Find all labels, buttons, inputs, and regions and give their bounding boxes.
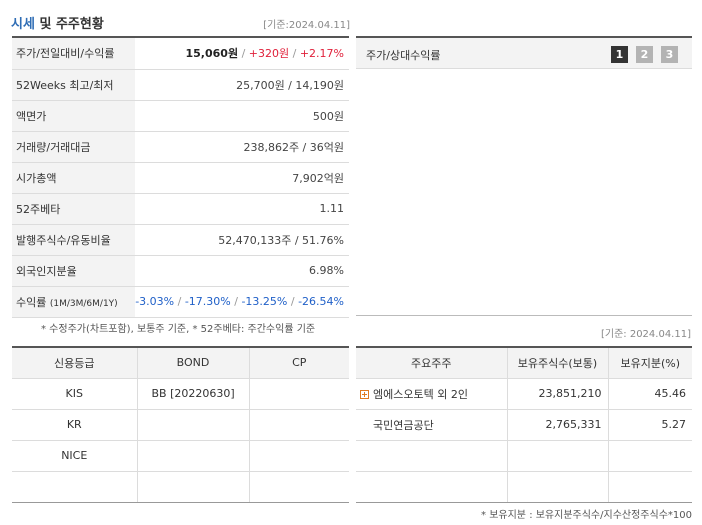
price-footnote: * 수정주가(차트포함), 보통주 기준, * 52주베타: 주간수익률 기준 [41,324,316,335]
column-header: BOND [137,347,250,379]
table-header-row: 주요주주 보유주식수(보통) 보유지분(%) [356,347,692,379]
rating-agency: NICE [12,440,138,472]
shareholder-name-cell: 국민연금공단 [356,409,508,441]
price-row: 주가/전일대비/수익률 15,060원 / +320원 / +2.17% [12,37,349,70]
row-label: 액면가 [12,100,136,132]
ownership-percent: 45.46 [608,378,692,410]
row-value: 6.98% [135,255,349,287]
table-row [12,471,349,503]
column-header: 보유지분(%) [608,347,692,379]
return-3m: -17.30% [184,295,231,308]
major-shareholders-table: 주요주주 보유주식수(보통) 보유지분(%) 엠에스오토텍 외 2인 23,85… [356,346,692,503]
ownership-percent [608,471,692,503]
return-1m: -3.03% [135,295,175,308]
chart-tab-3-button[interactable]: 3 [661,46,678,63]
shares-held: 23,851,210 [507,378,609,410]
price-row: 시가총액 7,902억원 [12,162,349,194]
price-row: 수익률 (1M/3M/6M/1Y) -3.03% / -17.30% / -13… [12,286,349,318]
table-row: 엠에스오토텍 외 2인 23,851,210 45.46 [356,378,692,410]
section-title-main: 시세 [11,17,35,32]
shareholder-name [356,471,508,503]
table-header-row: 신용등급 BOND CP [12,347,349,379]
shares-held [507,471,609,503]
cp-rating [249,440,349,472]
ownership-percent [608,440,692,472]
plus-icon[interactable] [360,389,369,399]
table-row [356,440,692,472]
price-row: 52주베타 1.11 [12,193,349,225]
chart-title: 주가/상대수익률 [366,49,441,62]
price-row: 거래량/거래대금 238,862주 / 36억원 [12,131,349,163]
column-header: 보유주식수(보통) [507,347,609,379]
ownership-footnote: * 보유지분 : 보유지분주식수/지수산정주식수*100 [481,510,692,521]
column-header: 주요주주 [356,347,508,379]
cp-rating [249,409,349,441]
cp-rating [249,471,349,503]
price-change-rate: +2.17% [299,47,344,61]
shareholder-name [356,440,508,472]
chart-tab-2-button[interactable]: 2 [636,46,653,63]
return-6m: -13.25% [241,295,288,308]
row-value: 25,700원 / 14,190원 [135,69,349,101]
price-summary-table: 주가/전일대비/수익률 15,060원 / +320원 / +2.17% 52W… [12,36,349,318]
shareholder-name: 국민연금공단 [373,418,434,432]
credit-rating-table: 신용등급 BOND CP KIS BB [20220630] KR NICE [12,346,349,503]
row-label: 주가/전일대비/수익률 [12,37,136,70]
price-row: 발행주식수/유동비율 52,470,133주 / 51.76% [12,224,349,256]
bond-rating [137,409,250,441]
price-change: +320원 [248,47,290,61]
section-title-sub: 및 주주현황 [39,17,104,32]
table-row: NICE [12,440,349,472]
cp-rating [249,378,349,410]
section-title: 시세 및 주주현황 [11,13,104,32]
table-row: KIS BB [20220630] [12,378,349,410]
row-value: 500원 [135,100,349,132]
bond-rating [137,471,250,503]
price-row: 52Weeks 최고/최저 25,700원 / 14,190원 [12,69,349,101]
returns-values: -3.03% / -17.30% / -13.25% / -26.54% [135,286,349,318]
row-label: 52주베타 [12,193,136,225]
chart-header: 주가/상대수익률 1 2 3 [356,38,692,69]
returns-period-label: (1M/3M/6M/1Y) [49,298,118,309]
returns-label: 수익률 [16,295,47,309]
current-price: 15,060원 [185,47,239,61]
chart-panel: 주가/상대수익률 1 2 3 [356,36,692,316]
price-value: 15,060원 / +320원 / +2.17% [135,37,349,70]
price-row: 액면가 500원 [12,100,349,132]
table-row: 국민연금공단 2,765,331 5.27 [356,409,692,441]
price-row: 외국인지분율 6.98% [12,255,349,287]
row-value: 7,902억원 [135,162,349,194]
rating-agency: KIS [12,378,138,410]
column-header: CP [249,347,349,379]
reference-date: [기준:2024.04.11] [263,20,350,31]
column-header: 신용등급 [12,347,138,379]
rating-agency [12,471,138,503]
ownership-percent: 5.27 [608,409,692,441]
row-value: 1.11 [135,193,349,225]
row-value: 238,862주 / 36억원 [135,131,349,163]
bond-rating: BB [20220630] [137,378,250,410]
chart-tab-1-button[interactable]: 1 [611,46,628,63]
shareholder-reference-date: [기준: 2024.04.11] [600,329,691,340]
row-label: 거래량/거래대금 [12,131,136,163]
row-label: 발행주식수/유동비율 [12,224,136,256]
table-row [356,471,692,503]
bond-rating [137,440,250,472]
shares-held: 2,765,331 [507,409,609,441]
row-label: 52Weeks 최고/최저 [12,69,136,101]
table-row: KR [12,409,349,441]
row-value: 52,470,133주 / 51.76% [135,224,349,256]
row-label: 시가총액 [12,162,136,194]
shares-held [507,440,609,472]
row-label: 수익률 (1M/3M/6M/1Y) [12,286,136,318]
return-1y: -26.54% [298,295,344,308]
rating-agency: KR [12,409,138,441]
shareholder-name[interactable]: 엠에스오토텍 외 2인 [373,388,468,401]
shareholder-name-cell[interactable]: 엠에스오토텍 외 2인 [356,378,508,410]
row-label: 외국인지분율 [12,255,136,287]
